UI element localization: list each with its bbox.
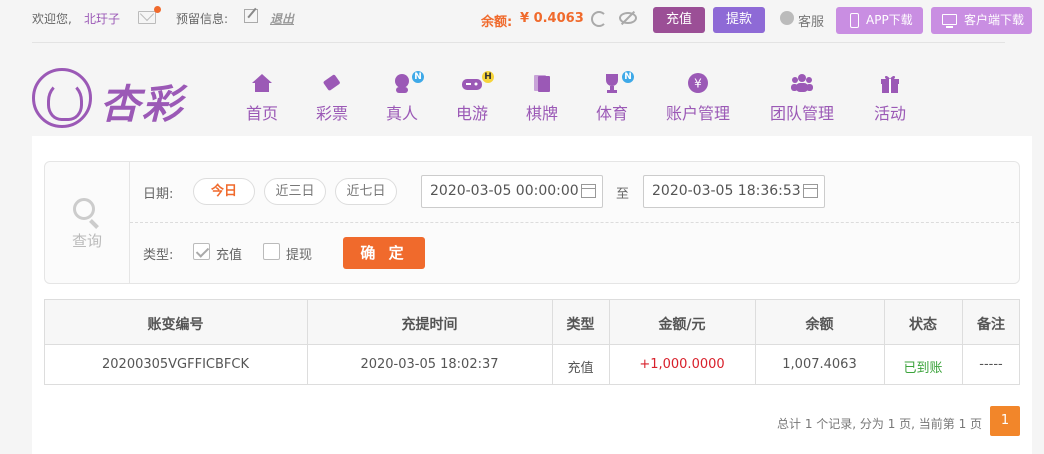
customer-service-link[interactable]: 客服 <box>798 11 824 30</box>
query-label: 查询 <box>72 232 103 250</box>
team-icon <box>791 74 813 92</box>
nav-item-team[interactable]: 团队管理 <box>766 70 838 123</box>
balance-value: ¥ 0.4063 <box>520 11 584 26</box>
logo-emblem[interactable] <box>32 68 92 128</box>
cell-remark: ----- <box>979 357 1003 372</box>
lottery-ticket-icon <box>323 74 340 91</box>
recharge-checkbox[interactable] <box>193 243 210 260</box>
cell-time: 2020-03-05 18:02:37 <box>360 357 499 372</box>
hide-balance-icon[interactable] <box>619 12 637 24</box>
cell-status: 已到账 <box>903 361 943 376</box>
username[interactable]: 北玗子 <box>84 10 120 27</box>
cell-record-id: 20200305VGFFICBFCK <box>102 357 249 372</box>
nav-item-cards[interactable]: 棋牌 <box>518 70 566 123</box>
cell-type: 充值 <box>567 361 594 376</box>
nav-item-home[interactable]: 首页 <box>238 70 286 123</box>
nav-item-sports[interactable]: N 体育 <box>588 70 636 123</box>
edit-icon[interactable] <box>244 9 258 23</box>
calendar-icon[interactable] <box>581 184 596 198</box>
query-side-box <box>44 161 130 284</box>
th-status: 状态 <box>909 317 937 333</box>
top-divider <box>32 42 1005 43</box>
col-divider <box>307 299 308 385</box>
th-amount: 金额/元 <box>658 317 706 333</box>
nav-item-events[interactable]: 活动 <box>866 70 914 123</box>
end-date-input[interactable]: 2020-03-05 18:36:53 <box>643 175 825 208</box>
th-record-id: 账变编号 <box>147 317 204 333</box>
records-table <box>44 299 1020 385</box>
top-bar: 欢迎您, 北玗子 预留信息: 退出 余额: ¥ 0.4063 充值 提款 客服 … <box>0 0 1044 42</box>
page-button-current[interactable]: 1 <box>990 406 1020 436</box>
app-download-button[interactable]: APP下载 <box>836 7 923 34</box>
nav-item-live[interactable]: N 真人 <box>378 70 426 123</box>
th-time: 充提时间 <box>401 317 458 333</box>
today-button[interactable]: 今日 <box>193 178 255 205</box>
refresh-icon[interactable] <box>591 11 607 27</box>
col-divider <box>962 299 963 385</box>
new-badge: N <box>622 71 634 83</box>
trophy-icon <box>606 74 618 93</box>
calendar-icon[interactable] <box>803 184 818 198</box>
mail-icon[interactable] <box>138 11 156 24</box>
recharge-button[interactable]: 充值 <box>653 7 705 33</box>
gamepad-icon <box>462 79 482 90</box>
account-yen-icon: ¥ <box>688 73 708 93</box>
pager-summary: 总计 1 个记录, 分为 1 页, 当前第 1 页 <box>777 417 983 431</box>
col-divider <box>609 299 610 385</box>
unread-dot <box>154 6 161 13</box>
monitor-icon <box>942 14 957 28</box>
nav-item-lottery[interactable]: 彩票 <box>308 70 356 123</box>
start-date-input[interactable]: 2020-03-05 00:00:00 <box>421 175 603 208</box>
type-label: 类型: <box>143 248 174 263</box>
customer-service-icon[interactable] <box>780 11 794 25</box>
client-download-button[interactable]: 客户端下载 <box>931 7 1032 34</box>
cell-balance: 1,007.4063 <box>782 357 857 372</box>
th-balance: 余额 <box>805 317 834 333</box>
home-icon <box>252 74 272 92</box>
svg-text:¥: ¥ <box>694 77 702 91</box>
recharge-checkbox-label[interactable]: 充值 <box>216 244 242 263</box>
col-divider <box>755 299 756 385</box>
live-dealer-icon <box>395 74 409 93</box>
to-label: 至 <box>616 187 630 202</box>
withdraw-checkbox-label[interactable]: 提现 <box>286 244 312 263</box>
withdraw-checkbox[interactable] <box>263 243 280 260</box>
welcome-text: 欢迎您, <box>32 12 72 26</box>
last-3-days-button[interactable]: 近三日 <box>264 178 326 205</box>
last-7-days-button[interactable]: 近七日 <box>335 178 397 205</box>
nav-item-account[interactable]: ¥ 账户管理 <box>662 70 734 123</box>
logo-text[interactable]: 杏彩 <box>100 72 184 130</box>
nav-item-egames[interactable]: H 电游 <box>448 70 496 123</box>
cell-amount: +1,000.0000 <box>639 357 725 372</box>
logout-link[interactable]: 退出 <box>270 10 294 27</box>
phone-icon <box>850 13 859 28</box>
date-label: 日期: <box>143 187 174 202</box>
filter-divider <box>130 222 1019 223</box>
reserved-info-label: 预留信息: <box>176 12 229 26</box>
search-icon <box>73 198 95 220</box>
hot-badge: H <box>482 71 494 83</box>
balance-label: 余额: <box>481 15 513 30</box>
th-remark: 备注 <box>977 317 1005 333</box>
cards-icon <box>534 75 550 92</box>
table-row-divider <box>44 344 1020 345</box>
gift-icon <box>881 75 899 93</box>
confirm-button[interactable]: 确 定 <box>343 237 425 269</box>
withdraw-button[interactable]: 提款 <box>713 7 765 33</box>
new-badge: N <box>412 71 424 83</box>
th-type: 类型 <box>566 317 595 333</box>
